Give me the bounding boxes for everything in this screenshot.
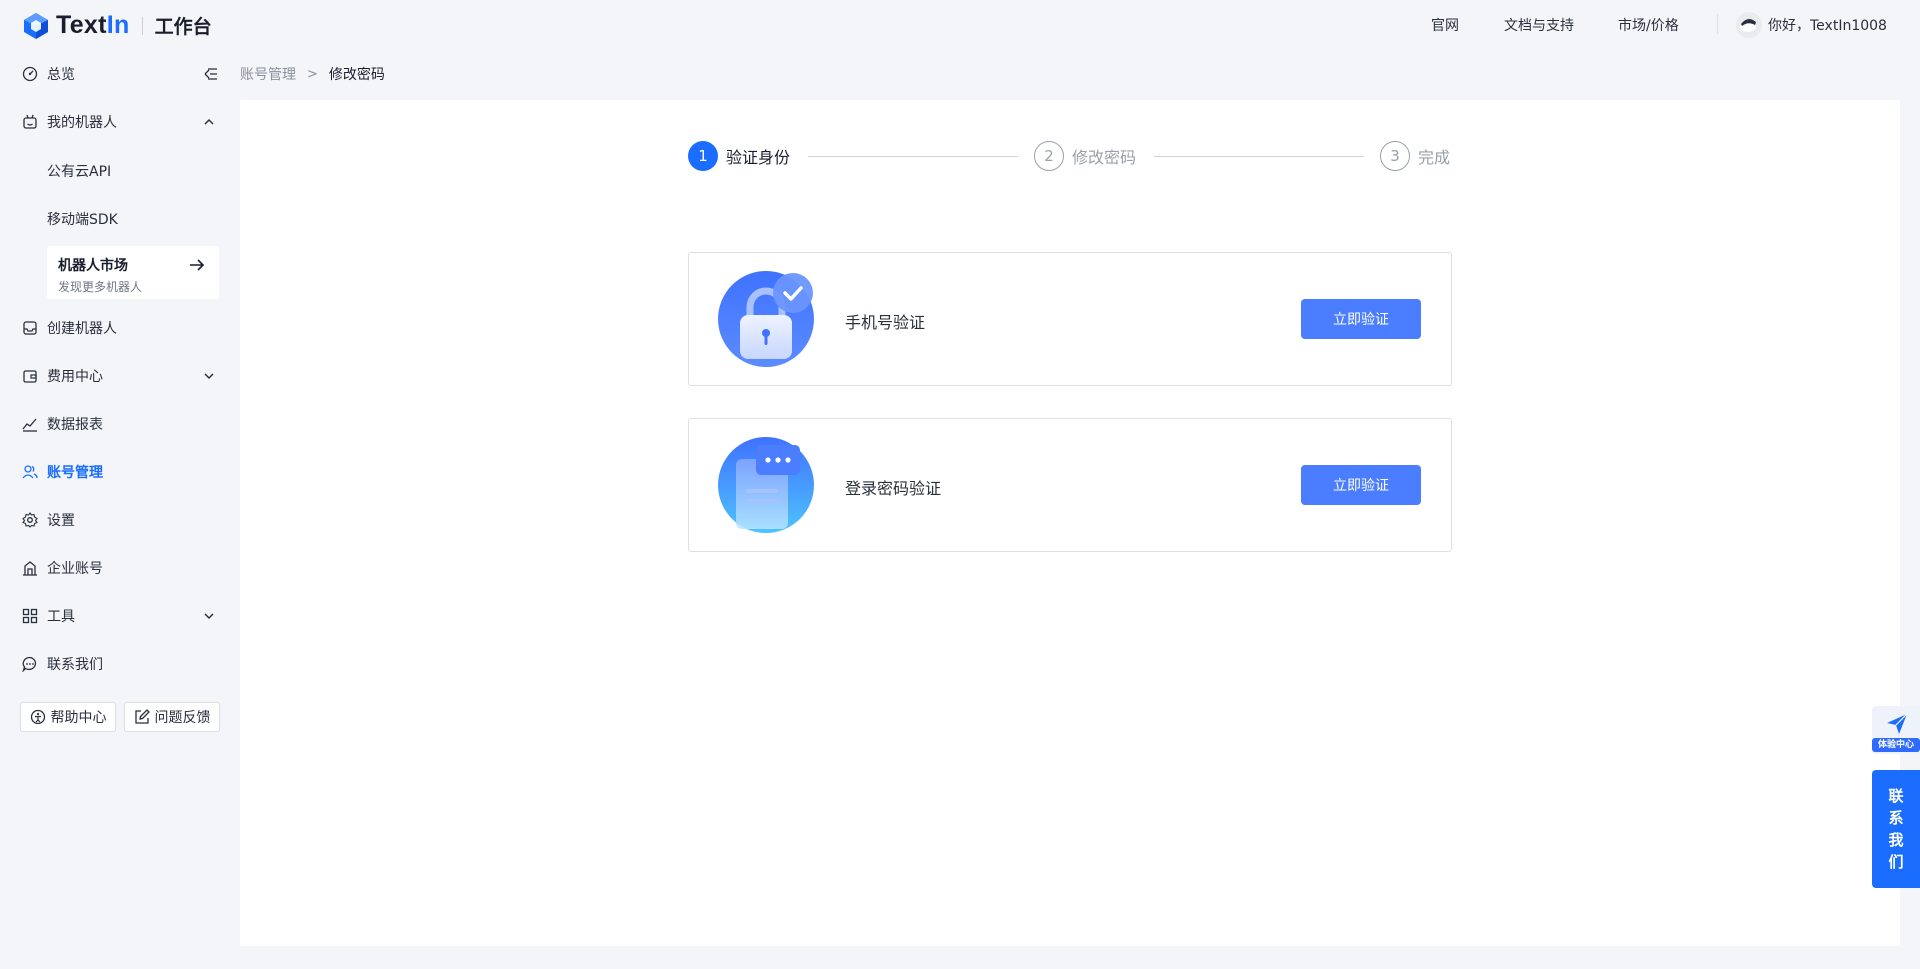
breadcrumb: 账号管理 > 修改密码 (240, 64, 385, 84)
breadcrumb-parent[interactable]: 账号管理 (240, 64, 296, 84)
nav-link-home[interactable]: 官网 (1431, 15, 1459, 35)
sidebar-item-my-robots[interactable]: 我的机器人 (22, 110, 222, 134)
gear-icon (22, 512, 38, 528)
sidebar-subitem-public-api[interactable]: 公有云API (47, 161, 111, 181)
help-center-button[interactable]: 帮助中心 (20, 702, 116, 732)
textin-logo-icon (24, 12, 48, 39)
verify-phone-button[interactable]: 立即验证 (1301, 299, 1421, 339)
experience-center-widget[interactable]: 体验中心 (1872, 706, 1920, 754)
step-label: 修改密码 (1072, 148, 1137, 167)
brand-subtitle: 工作台 (154, 16, 212, 38)
sidebar-item-label: 企业账号 (47, 561, 103, 577)
sidebar-item-settings[interactable]: 设置 (22, 508, 222, 532)
sidebar-item-contact[interactable]: 联系我们 (22, 652, 222, 676)
sidebar-item-label: 工具 (47, 609, 75, 625)
step-label: 验证身份 (726, 148, 791, 167)
contact-us-widget[interactable]: 联 系 我 们 (1872, 770, 1920, 888)
step-connector (1154, 156, 1364, 157)
sidebar-item-reports[interactable]: 数据报表 (22, 412, 222, 436)
sidebar-item-label: 数据报表 (47, 417, 103, 433)
nav-link-docs[interactable]: 文档与支持 (1504, 15, 1574, 35)
step-label: 完成 (1418, 148, 1451, 167)
phone-verify-card: 手机号验证 立即验证 (688, 252, 1452, 386)
sidebar-item-label: 我的机器人 (47, 115, 117, 131)
sidebar-subitem-mobile-sdk[interactable]: 移动端SDK (47, 209, 118, 229)
user-menu[interactable]: 你好，TextIn1008 (1736, 12, 1887, 38)
step-connector (808, 156, 1018, 157)
market-subtitle: 发现更多机器人 (58, 280, 143, 294)
password-verify-card: 登录密码验证 立即验证 (688, 418, 1452, 552)
wallet-icon (22, 368, 38, 384)
top-bar: TextIn 工作台 官网 文档与支持 市场/价格 你好，TextIn1008 (0, 0, 1920, 50)
grid-icon (22, 608, 38, 624)
help-icon (30, 709, 45, 725)
robot-icon (22, 114, 38, 130)
breadcrumb-separator: > (307, 66, 318, 82)
brand-divider (141, 16, 143, 35)
sidebar-item-enterprise[interactable]: 企业账号 (22, 556, 222, 580)
sidebar-item-label: 设置 (47, 513, 75, 529)
building-icon (22, 560, 38, 576)
sidebar-item-create-robot[interactable]: 创建机器人 (22, 316, 222, 340)
chat-bubble-icon (22, 656, 38, 672)
chevron-down-icon (204, 613, 214, 620)
user-greeting: 你好，TextIn1008 (1768, 18, 1887, 34)
chevron-down-icon (204, 373, 214, 380)
paper-plane-icon (1887, 713, 1908, 734)
sidebar-item-label: 账号管理 (47, 465, 103, 481)
sidebar-item-overview[interactable]: 总览 (22, 62, 222, 86)
dashboard-icon (22, 66, 38, 82)
brand-logo[interactable]: TextIn 工作台 (22, 11, 212, 40)
card-title: 手机号验证 (845, 313, 926, 332)
users-icon (22, 464, 38, 480)
sidebar-item-billing[interactable]: 费用中心 (22, 364, 222, 388)
sidebar-item-account[interactable]: 账号管理 (22, 460, 222, 484)
sidebar-item-label: 联系我们 (47, 657, 103, 673)
verify-password-button[interactable]: 立即验证 (1301, 465, 1421, 505)
brand-name: TextIn (56, 11, 130, 39)
sidebar-item-label: 费用中心 (47, 369, 103, 385)
step-2: 2 修改密码 (1034, 141, 1136, 171)
sidebar-item-tools[interactable]: 工具 (22, 604, 222, 628)
arrow-right-icon (190, 259, 205, 271)
phone-chat-illustration-icon (718, 437, 814, 533)
step-1: 1 验证身份 (688, 141, 790, 171)
feedback-button[interactable]: 问题反馈 (124, 702, 220, 732)
avatar (1736, 12, 1762, 38)
step-3: 3 完成 (1380, 141, 1450, 171)
experience-center-label: 体验中心 (1872, 738, 1920, 752)
robot-market-card[interactable]: 机器人市场 发现更多机器人 (47, 246, 219, 299)
inbox-icon (22, 320, 38, 336)
step-number: 1 (688, 141, 718, 171)
market-title: 机器人市场 (58, 258, 128, 274)
step-number: 2 (1034, 141, 1064, 171)
edit-icon (134, 709, 150, 724)
sidebar-item-label: 创建机器人 (47, 321, 117, 337)
breadcrumb-current: 修改密码 (328, 67, 385, 83)
card-title: 登录密码验证 (845, 479, 942, 498)
top-nav-divider (1717, 14, 1718, 34)
nav-link-market[interactable]: 市场/价格 (1618, 15, 1679, 35)
lock-illustration-icon (718, 271, 814, 367)
chevron-up-icon (204, 118, 214, 125)
chart-icon (22, 416, 38, 432)
collapse-sidebar-icon[interactable] (202, 67, 218, 81)
sidebar-item-label: 总览 (47, 67, 75, 83)
step-number: 3 (1380, 141, 1410, 171)
